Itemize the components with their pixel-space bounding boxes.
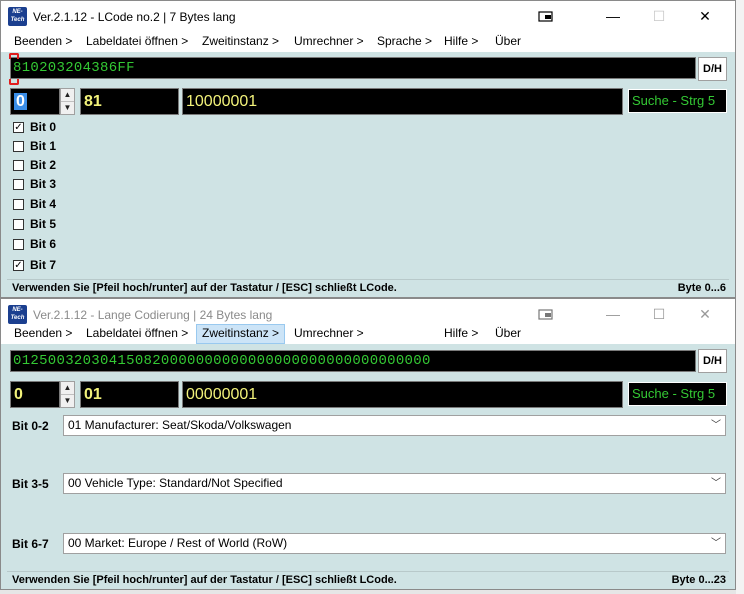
status-hint: Verwenden Sie [Pfeil hoch/runter] auf de… — [12, 282, 397, 294]
dec-hex-toggle-button[interactable]: D/H — [698, 349, 727, 373]
menu-umrechner[interactable]: Umrechner > — [289, 324, 369, 344]
background-window-edge — [736, 0, 744, 594]
hex-code-field[interactable]: 810203204386FF — [10, 57, 696, 79]
chevron-down-icon[interactable]: ﹀ — [711, 474, 721, 493]
byte-binary-field[interactable]: 00000001 — [182, 381, 623, 408]
bit-label: Bit 5 — [30, 217, 57, 231]
menu-bar: Beenden > Labeldatei öffnen > Zweitinsta… — [1, 32, 735, 52]
menu-bar: Beenden > Labeldatei öffnen > Zweitinsta… — [1, 324, 735, 344]
checkbox-icon[interactable] — [13, 239, 24, 250]
bit-label: Bit 7 — [30, 258, 57, 272]
byte-index-input[interactable]: 0 — [10, 381, 60, 408]
status-byte-range: Byte 0...23 — [671, 574, 726, 586]
select-value: 00 Market: Europe / Rest of World (RoW) — [68, 536, 288, 550]
pin-icon[interactable] — [538, 309, 554, 320]
vehicle-type-select[interactable]: 00 Vehicle Type: Standard/Not Specified ﹀ — [63, 473, 726, 494]
byte-marker-top — [9, 53, 19, 59]
manufacturer-select[interactable]: 01 Manufacturer: Seat/Skoda/Volkswagen ﹀ — [63, 415, 726, 436]
byte-index-value: 0 — [14, 93, 27, 110]
checkbox-icon[interactable] — [13, 219, 24, 230]
byte-index-stepper[interactable]: ▲ ▼ — [60, 381, 75, 408]
maximize-button[interactable]: ☐ — [636, 1, 682, 32]
pin-icon[interactable] — [538, 11, 554, 22]
stepper-down-icon[interactable]: ▼ — [61, 102, 74, 114]
app-logo: NE- Tech — [8, 7, 27, 26]
group-label: Bit 6-7 — [12, 537, 49, 551]
stepper-up-icon[interactable]: ▲ — [61, 382, 74, 395]
group-label: Bit 3-5 — [12, 477, 49, 491]
menu-beenden[interactable]: Beenden > — [9, 324, 77, 344]
checkbox-checked-icon[interactable]: ✓ — [13, 260, 24, 271]
search-field[interactable]: Suche - Strg 5 — [628, 89, 727, 113]
checkbox-icon[interactable] — [13, 199, 24, 210]
market-select[interactable]: 00 Market: Europe / Rest of World (RoW) ﹀ — [63, 533, 726, 554]
byte-binary-field[interactable]: 10000001 — [182, 88, 623, 115]
status-bar: Verwenden Sie [Pfeil hoch/runter] auf de… — [7, 571, 729, 589]
checkbox-icon[interactable] — [13, 141, 24, 152]
bit-label: Bit 3 — [30, 177, 57, 191]
menu-umrechner[interactable]: Umrechner > — [289, 32, 369, 52]
window-title: Ver.2.1.12 - LCode no.2 | 7 Bytes lang — [33, 10, 236, 24]
hex-code-field[interactable]: 0125003203041508200000000000000000000000… — [10, 350, 696, 372]
menu-hilfe[interactable]: Hilfe > — [439, 324, 483, 344]
menu-zweitinstanz[interactable]: Zweitinstanz > — [196, 324, 286, 344]
select-value: 00 Vehicle Type: Standard/Not Specified — [68, 476, 283, 490]
checkbox-icon[interactable] — [13, 160, 24, 171]
title-bar[interactable]: NE- Tech Ver.2.1.12 - LCode no.2 | 7 Byte… — [1, 1, 735, 32]
search-field[interactable]: Suche - Strg 5 — [628, 382, 727, 406]
checkbox-checked-icon[interactable]: ✓ — [13, 122, 24, 133]
byte-hex-field[interactable]: 81 — [80, 88, 179, 115]
menu-ueber[interactable]: Über — [490, 324, 526, 344]
menu-ueber[interactable]: Über — [490, 32, 526, 52]
chevron-down-icon[interactable]: ﹀ — [711, 416, 721, 435]
menu-beenden[interactable]: Beenden > — [9, 32, 77, 52]
status-byte-range: Byte 0...6 — [677, 282, 726, 294]
byte-hex-field[interactable]: 01 — [80, 381, 179, 408]
menu-zweitinstanz[interactable]: Zweitinstanz > — [197, 32, 284, 52]
checkbox-icon[interactable] — [13, 179, 24, 190]
bit-label: Bit 0 — [30, 120, 57, 134]
bit-label: Bit 6 — [30, 237, 57, 251]
group-label: Bit 0-2 — [12, 419, 49, 433]
stepper-up-icon[interactable]: ▲ — [61, 89, 74, 102]
menu-labeldatei[interactable]: Labeldatei öffnen > — [81, 324, 193, 344]
byte-index-stepper[interactable]: ▲ ▼ — [60, 88, 75, 115]
minimize-button[interactable]: — — [590, 1, 636, 32]
byte-index-input[interactable]: 0 — [10, 88, 60, 115]
close-button[interactable]: ✕ — [682, 1, 728, 32]
menu-hilfe[interactable]: Hilfe > — [439, 32, 483, 52]
menu-sprache[interactable]: Sprache > — [372, 32, 437, 52]
byte-marker-bottom — [9, 79, 19, 85]
status-bar: Verwenden Sie [Pfeil hoch/runter] auf de… — [7, 279, 729, 297]
bit-label: Bit 1 — [30, 139, 57, 153]
bit-label: Bit 2 — [30, 158, 57, 172]
dec-hex-toggle-button[interactable]: D/H — [698, 57, 727, 81]
select-value: 01 Manufacturer: Seat/Skoda/Volkswagen — [68, 418, 292, 432]
menu-labeldatei[interactable]: Labeldatei öffnen > — [81, 32, 193, 52]
stepper-down-icon[interactable]: ▼ — [61, 395, 74, 407]
app-logo: NE- Tech — [8, 305, 27, 324]
window-title: Ver.2.1.12 - Lange Codierung | 24 Bytes … — [33, 308, 273, 322]
chevron-down-icon[interactable]: ﹀ — [711, 534, 721, 553]
long-coding-window: NE- Tech Ver.2.1.12 - Lange Codierung | 2… — [0, 298, 736, 590]
status-hint: Verwenden Sie [Pfeil hoch/runter] auf de… — [12, 574, 397, 586]
lcode-window: NE- Tech Ver.2.1.12 - LCode no.2 | 7 Byte… — [0, 0, 736, 298]
bit-label: Bit 4 — [30, 197, 57, 211]
